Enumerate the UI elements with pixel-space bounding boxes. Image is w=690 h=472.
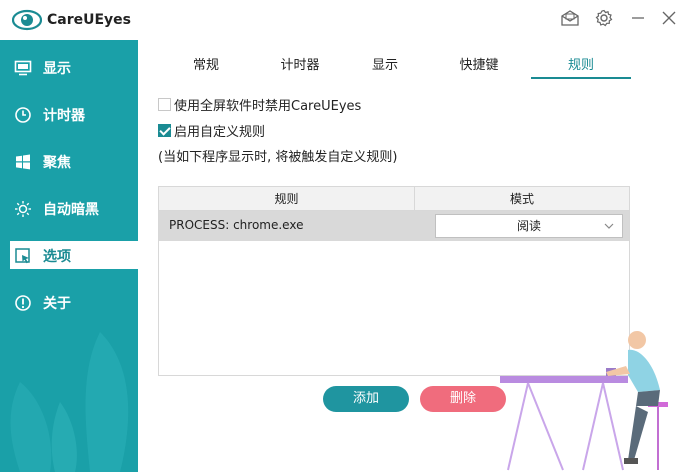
- sidebar: 显示 计时器 聚焦 自动暗黑 选项 关于: [0, 40, 138, 472]
- main-panel: 常规 计时器 显示 快捷键 规则 使用全屏软件时禁用CareUEyes 启用自定…: [138, 40, 690, 472]
- fullscreen-disable-checkbox[interactable]: 使用全屏软件时禁用CareUEyes: [158, 95, 361, 114]
- options-icon: [15, 248, 30, 264]
- column-header-rule: 规则: [159, 187, 415, 211]
- rules-note: (当如下程序显示时, 将被触发自定义规则): [158, 150, 398, 165]
- windows-icon: [16, 154, 30, 170]
- app-title: CareUEyes: [47, 12, 132, 28]
- checkbox-label: 使用全屏软件时禁用CareUEyes: [174, 99, 362, 114]
- sidebar-item-label: 计时器: [43, 108, 85, 124]
- sidebar-item-label: 选项: [43, 249, 71, 265]
- sidebar-item-timer[interactable]: 计时器: [0, 100, 138, 128]
- sidebar-item-label: 自动暗黑: [43, 202, 99, 218]
- tab-general[interactable]: 常规: [166, 54, 246, 73]
- sidebar-item-label: 聚焦: [43, 155, 71, 171]
- mode-select-value: 阅读: [516, 219, 541, 233]
- add-button[interactable]: 添加: [323, 386, 409, 412]
- custom-rules-checkbox[interactable]: 启用自定义规则: [158, 121, 265, 140]
- column-header-mode: 模式: [415, 187, 629, 211]
- sidebar-item-display[interactable]: 显示: [0, 53, 138, 81]
- tab-bar: 常规 计时器 显示 快捷键 规则: [148, 40, 631, 80]
- mail-icon[interactable]: [557, 5, 583, 31]
- delete-button[interactable]: 删除: [420, 386, 506, 412]
- sidebar-item-about[interactable]: 关于: [0, 288, 138, 316]
- tab-timer[interactable]: 计时器: [260, 54, 340, 73]
- sidebar-item-auto-dark[interactable]: 自动暗黑: [0, 194, 138, 222]
- tab-display[interactable]: 显示: [345, 54, 425, 73]
- monitor-icon: [14, 60, 32, 76]
- eye-logo-icon: [12, 9, 42, 31]
- mode-select[interactable]: 阅读: [435, 214, 623, 238]
- chevron-down-icon: [604, 223, 614, 229]
- rule-cell: PROCESS: chrome.exe: [169, 218, 304, 232]
- sidebar-item-focus[interactable]: 聚焦: [0, 147, 138, 175]
- checkbox-label: 启用自定义规则: [174, 125, 266, 140]
- title-bar: CareUEyes: [0, 0, 690, 40]
- sidebar-item-label: 关于: [43, 296, 71, 312]
- minimize-icon[interactable]: [625, 5, 651, 31]
- sun-icon: [15, 201, 31, 217]
- sidebar-item-label: 显示: [43, 61, 71, 77]
- gear-icon[interactable]: [591, 5, 617, 31]
- tab-rules[interactable]: 规则: [541, 54, 621, 73]
- close-icon[interactable]: [656, 5, 682, 31]
- person-at-desk-illustration: [500, 331, 668, 471]
- info-icon: [15, 295, 31, 311]
- table-row[interactable]: PROCESS: chrome.exe 阅读: [159, 211, 629, 241]
- checkbox-box[interactable]: [158, 98, 171, 111]
- clock-icon: [15, 107, 31, 123]
- checkbox-box[interactable]: [158, 124, 171, 137]
- tab-hotkeys[interactable]: 快捷键: [439, 54, 519, 73]
- sidebar-item-options[interactable]: 选项: [10, 241, 138, 269]
- active-tab-indicator: [531, 77, 631, 79]
